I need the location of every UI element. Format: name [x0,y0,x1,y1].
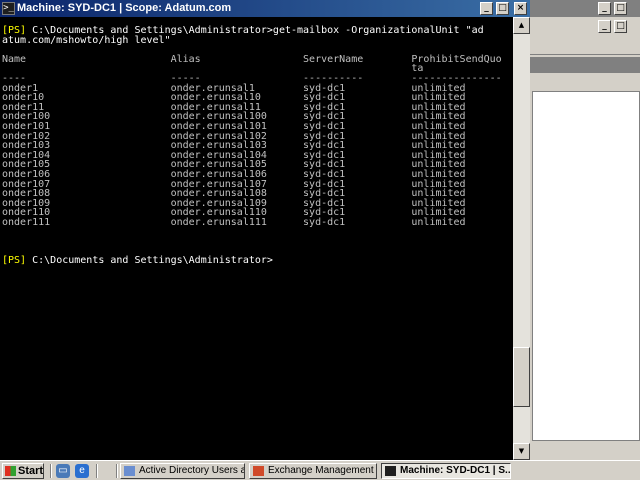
task-exchange-management[interactable]: Exchange Management ... [249,463,377,479]
start-label: Start [18,465,44,477]
bg-header-strip [530,57,640,73]
scroll-down-button[interactable]: ▼ [513,443,530,460]
console-icon [385,466,396,476]
background-window[interactable]: _ □ _ □ [530,0,640,460]
scroll-up-button[interactable]: ▲ [513,17,530,34]
taskbar-separator [116,464,118,478]
task-label: Active Directory Users a... [139,465,245,476]
powershell-window: >_ Machine: SYD-DC1 | Scope: Adatum.com … [0,0,530,460]
scroll-thumb[interactable] [513,347,530,407]
maximize-button[interactable]: □ [496,2,509,15]
bg-menu-bar: _ □ [530,17,640,37]
bg-subheader [530,73,640,91]
close-button[interactable]: × [514,2,527,15]
task-powershell[interactable]: Machine: SYD-DC1 | S... [381,463,511,479]
bg-toolbar [530,37,640,55]
task-label: Exchange Management ... [268,465,377,476]
taskbar-separator [96,464,98,478]
console-text: [PS] C:\Documents and Settings\Administr… [2,26,502,266]
prompt-path: C:\Documents and Settings\Administrator> [26,255,273,267]
command-text: atum.com/mshowto/high level" [2,34,171,46]
ie-icon[interactable]: e [75,464,89,478]
task-active-directory[interactable]: Active Directory Users a... [120,463,245,479]
bg-child-maximize-button[interactable]: □ [614,20,627,33]
table-row: onder111 onder.erunsal111 syd-dc1 unlimi… [2,216,466,228]
minimize-button[interactable]: _ [480,2,493,15]
bg-content-pane[interactable] [532,91,640,441]
windows-flag-icon [5,466,16,476]
window-title: Machine: SYD-DC1 | Scope: Adatum.com [17,2,232,14]
console-app-icon[interactable]: >_ [2,2,15,15]
bg-maximize-button[interactable]: □ [614,2,627,15]
taskbar: Start ▭ e Active Directory Users a... Ex… [0,460,640,480]
desktop-icon[interactable]: ▭ [56,464,70,478]
prompt-tag: [PS] [2,255,27,267]
ad-users-icon [124,466,135,476]
task-label: Machine: SYD-DC1 | S... [400,465,511,476]
console-output[interactable]: [PS] C:\Documents and Settings\Administr… [0,17,513,460]
title-bar[interactable]: >_ Machine: SYD-DC1 | Scope: Adatum.com … [0,0,530,17]
vertical-scrollbar[interactable]: ▲ ▼ [513,17,530,460]
exchange-icon [253,466,264,476]
taskbar-separator [50,464,52,478]
bg-minimize-button[interactable]: _ [598,2,611,15]
bg-child-minimize-button[interactable]: _ [598,20,611,33]
start-button[interactable]: Start [2,463,44,479]
background-title-bar[interactable]: _ □ [530,0,640,17]
